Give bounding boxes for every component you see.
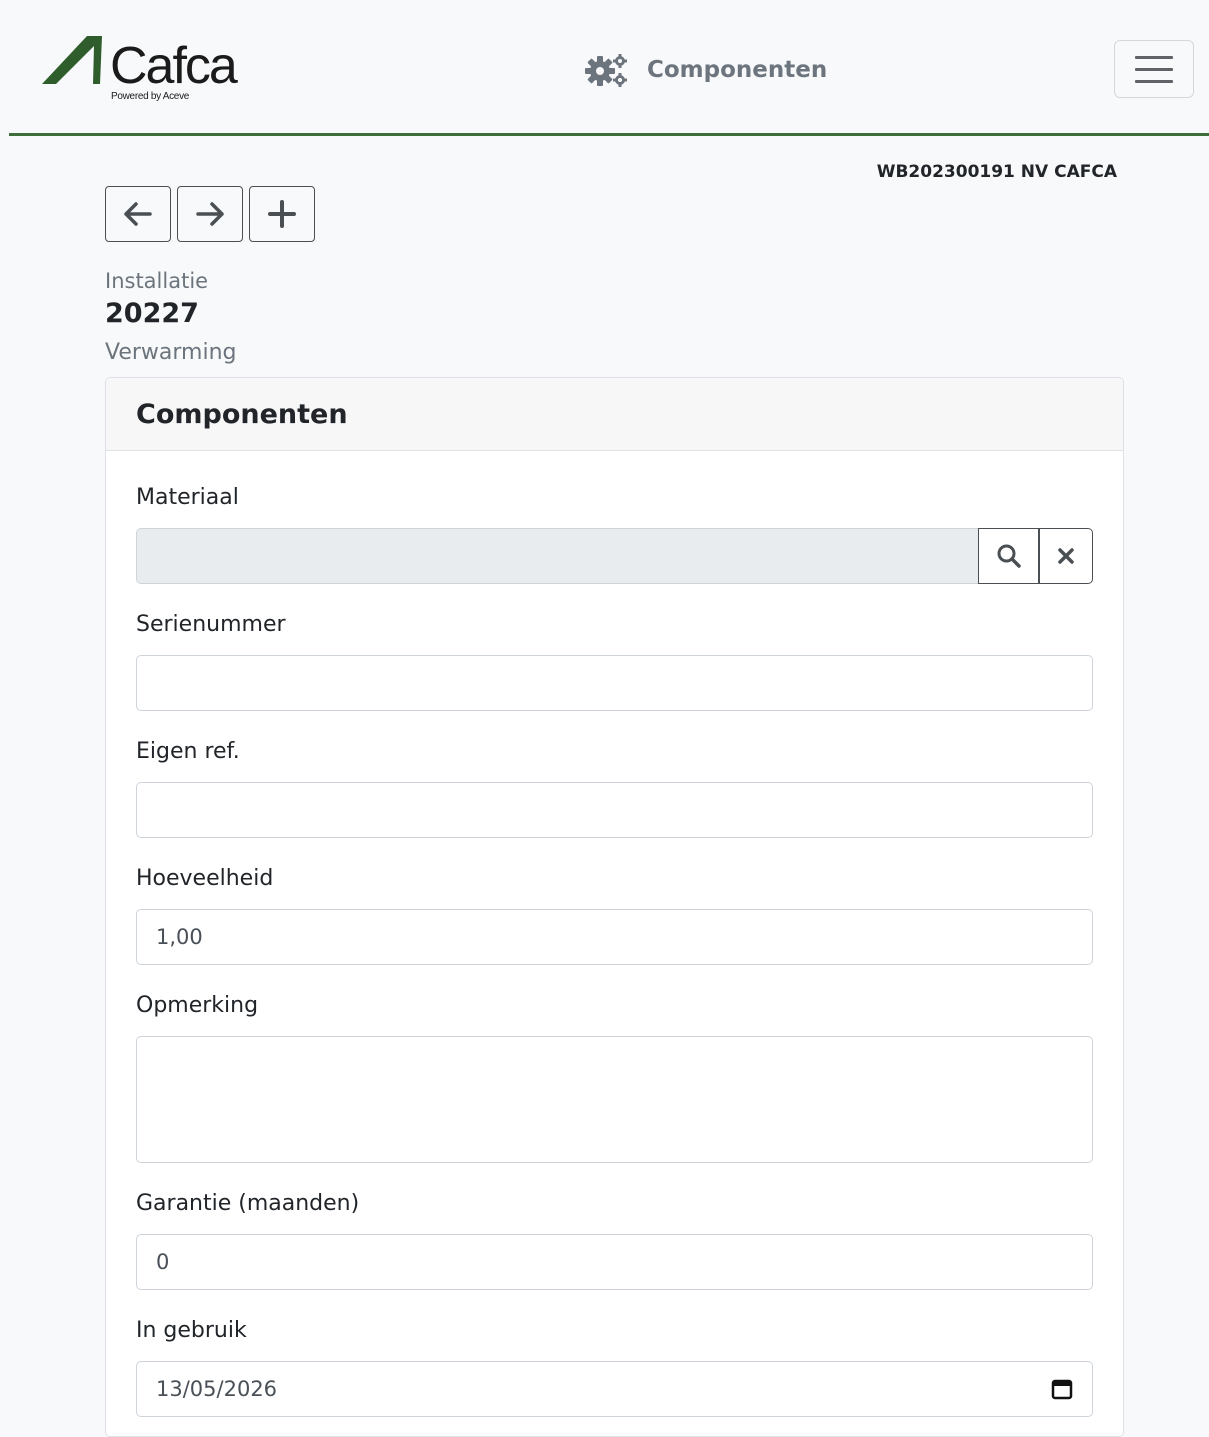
materiaal-search-button[interactable] — [978, 528, 1039, 584]
serienummer-label: Serienummer — [136, 612, 286, 637]
logo-mark-icon — [42, 36, 102, 84]
opmerking-label: Opmerking — [136, 993, 259, 1018]
in-gebruik-date-input[interactable]: 13/05/2026 — [136, 1361, 1093, 1417]
navbar: Cafca Powered by Aceve Componenten — [9, 12, 1209, 136]
materiaal-clear-button[interactable] — [1039, 528, 1093, 584]
hoeveelheid-input[interactable]: 1,00 — [136, 909, 1093, 965]
eigen-ref-label: Eigen ref. — [136, 739, 240, 764]
page: Cafca Powered by Aceve Componenten WB202… — [9, 12, 1209, 1437]
opmerking-textarea[interactable] — [136, 1036, 1093, 1163]
installatie-label: Installatie — [105, 269, 209, 293]
eigen-ref-input[interactable] — [136, 782, 1093, 838]
cafca-logo[interactable]: Cafca Powered by Aceve — [42, 34, 252, 106]
menu-toggle-button[interactable] — [1114, 40, 1194, 98]
materiaal-label: Materiaal — [136, 485, 239, 510]
previous-button[interactable] — [105, 186, 171, 242]
serienummer-input[interactable] — [136, 655, 1093, 711]
hamburger-icon-line — [1135, 68, 1173, 71]
page-title-text: Componenten — [647, 57, 828, 83]
record-navigation — [105, 186, 315, 242]
installatie-description: Verwarming — [105, 340, 237, 365]
page-title: Componenten — [585, 50, 827, 90]
garantie-label: Garantie (maanden) — [136, 1191, 360, 1216]
logo-subtext: Powered by Aceve — [111, 91, 190, 102]
calendar-icon[interactable] — [1051, 1378, 1073, 1400]
add-button[interactable] — [249, 186, 315, 242]
garantie-input[interactable]: 0 — [136, 1234, 1093, 1290]
plus-icon — [268, 200, 296, 228]
arrow-right-icon — [196, 202, 224, 226]
arrow-left-icon — [124, 202, 152, 226]
in-gebruik-date-value: 13/05/2026 — [156, 1377, 278, 1401]
hamburger-icon — [1135, 56, 1173, 59]
hoeveelheid-label: Hoeveelheid — [136, 866, 274, 891]
hamburger-icon-line — [1135, 80, 1173, 83]
card-title: Componenten — [106, 378, 1123, 451]
materiaal-input[interactable] — [136, 528, 979, 584]
next-button[interactable] — [177, 186, 243, 242]
gears-icon — [585, 54, 627, 87]
close-icon — [1058, 548, 1074, 564]
in-gebruik-label: In gebruik — [136, 1318, 247, 1343]
document-reference: WB202300191 NV CAFCA — [876, 162, 1117, 182]
installatie-value: 20227 — [105, 298, 199, 329]
logo-text: Cafca — [110, 37, 238, 95]
componenten-card: Componenten Materiaal Serienummer Eigen … — [105, 377, 1124, 1437]
search-icon — [997, 544, 1021, 568]
